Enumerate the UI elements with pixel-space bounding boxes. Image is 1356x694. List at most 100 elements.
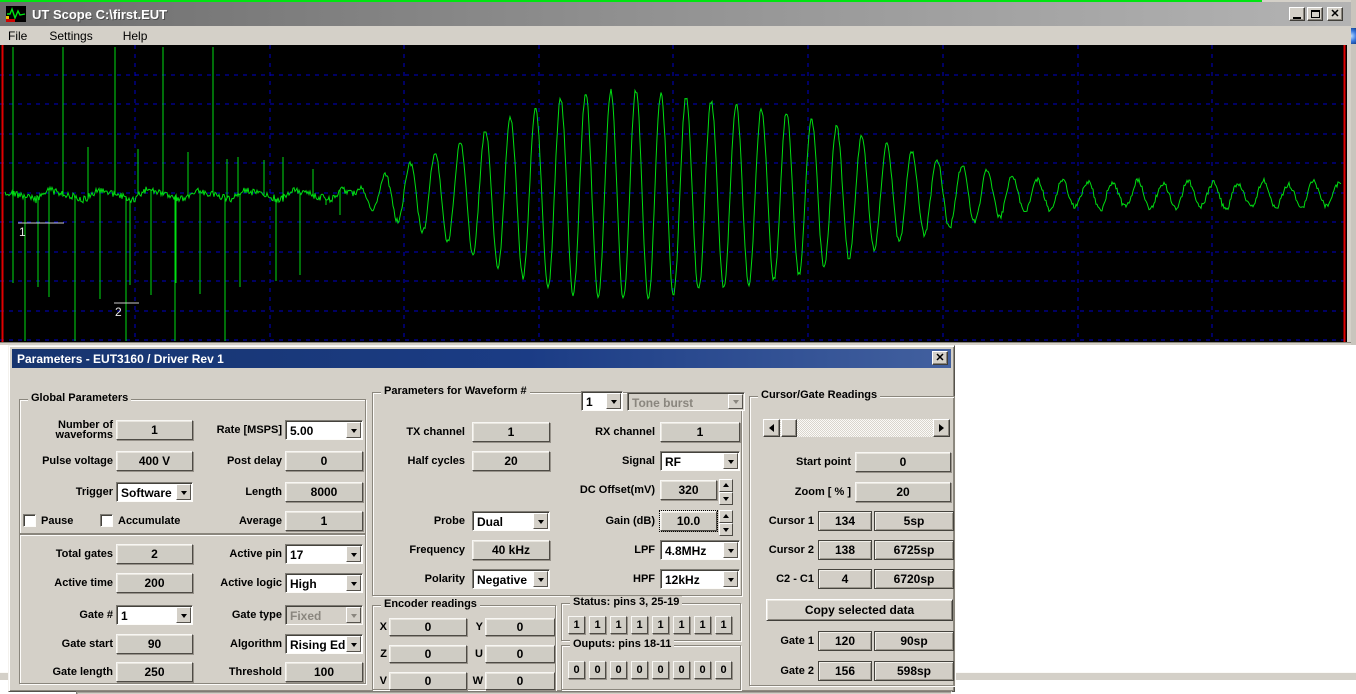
lpf-value: 4.8MHz — [661, 541, 722, 559]
gate-2-index: 156 — [818, 661, 872, 681]
scope-titlebar[interactable]: UT Scope C:\first.EUT ✕ — [0, 2, 1351, 26]
c2-c1-value: 6720sp — [874, 569, 954, 589]
cursor-1-index: 134 — [818, 511, 872, 531]
reading-row: Gate 2156598sp — [750, 661, 954, 681]
menu-help[interactable]: Help — [115, 28, 156, 44]
field-row: Zoom [ % ]20 — [750, 482, 954, 502]
cursor-1-value: 5sp — [874, 511, 954, 531]
scroll-left-button[interactable] — [763, 419, 780, 437]
gate-1-label: Gate 1 — [750, 631, 814, 651]
post-delay-label: Post delay — [123, 451, 282, 471]
menu-file[interactable]: File — [0, 28, 35, 44]
rx-channel-label: RX channel — [475, 422, 655, 442]
dialog-body: Global Parameters Number of waveforms1Ra… — [12, 368, 951, 688]
output-pin-6: 0 — [694, 661, 711, 679]
dialog-titlebar[interactable]: Parameters - EUT3160 / Driver Rev 1 ✕ — [12, 349, 951, 368]
arrow-down-icon — [723, 497, 729, 504]
start-point-value: 0 — [855, 452, 951, 472]
chevron-down-icon[interactable] — [346, 546, 361, 562]
cursor-2-value: 6725sp — [874, 540, 954, 560]
rate-msps-dropdown[interactable]: 5.00 — [285, 420, 363, 440]
gain-db-spin-up[interactable] — [719, 510, 733, 523]
active-logic-dropdown[interactable]: High — [285, 573, 363, 593]
scrollbar-thumb[interactable] — [781, 419, 797, 437]
probe-label: Probe — [373, 511, 465, 531]
gain-db-spin-down[interactable] — [719, 523, 733, 536]
parameter-row: Half cycles20SignalRF — [373, 451, 741, 471]
window-title: UT Scope C:\first.EUT — [32, 7, 167, 22]
arrow-left-icon — [765, 424, 774, 432]
chevron-down-icon — [346, 607, 361, 623]
maximize-button[interactable] — [1307, 7, 1323, 21]
signal-dropdown[interactable]: RF — [660, 451, 740, 471]
chevron-down-icon[interactable] — [346, 422, 361, 438]
number-of-waveforms-label: Number of waveforms — [20, 420, 113, 440]
gate-2-value: 598sp — [874, 661, 954, 681]
zoom-value: 20 — [855, 482, 951, 502]
algorithm-value: Rising Edge — [286, 635, 345, 653]
active-logic-value: High — [286, 574, 345, 592]
chevron-down-icon[interactable] — [723, 542, 738, 558]
chevron-down-icon[interactable] — [346, 636, 361, 652]
encoder-row: V0W0 — [373, 672, 555, 690]
minimize-button[interactable] — [1289, 7, 1305, 21]
status-pin-4: 1 — [652, 616, 669, 634]
status-pin-1: 1 — [589, 616, 606, 634]
parameter-row: Number of waveforms1Rate [MSPS]5.00 — [20, 420, 365, 440]
algorithm-label: Algorithm — [123, 634, 282, 654]
chevron-down-icon[interactable] — [606, 393, 621, 409]
hpf-value: 12kHz — [661, 570, 722, 588]
chevron-down-icon[interactable] — [723, 453, 738, 469]
hpf-dropdown[interactable]: 12kHz — [660, 569, 740, 589]
parameter-row: Pulse voltage400 VPost delay0 — [20, 451, 365, 471]
active-pin-dropdown[interactable]: 17 — [285, 544, 363, 564]
gate-length-label: Gate length — [20, 662, 113, 682]
copy-selected-data-button[interactable]: Copy selected data — [766, 599, 953, 621]
axis-w-value: 0 — [485, 672, 555, 690]
waveform-display[interactable]: 12 — [0, 45, 1347, 342]
gain-db-value: 10.0 — [660, 511, 717, 531]
close-button[interactable]: ✕ — [1327, 7, 1343, 21]
parameter-row: ProbeDualGain (dB)10.0 — [373, 511, 741, 531]
chevron-down-icon[interactable] — [723, 571, 738, 587]
waveform-scrollbar[interactable] — [763, 419, 950, 437]
output-pin-1: 0 — [589, 661, 606, 679]
background-app-icon — [1351, 28, 1356, 44]
arrow-up-icon — [723, 480, 729, 487]
arrow-up-icon — [723, 511, 729, 518]
dc-offset-mv-spin-down[interactable] — [719, 492, 733, 505]
gate-type-label: Gate type — [123, 605, 282, 625]
status-pins-group: Status: pins 3, 25-19 11111111 — [561, 603, 741, 641]
reading-row: Cursor 11345sp — [750, 511, 954, 531]
axis-x-label: X — [375, 618, 387, 636]
cursor-2-index: 138 — [818, 540, 872, 560]
dialog-close-button[interactable]: ✕ — [932, 351, 948, 365]
scroll-right-button[interactable] — [933, 419, 950, 437]
pause-checkbox[interactable] — [23, 514, 36, 527]
output-pin-3: 0 — [631, 661, 648, 679]
waveform-number-dropdown[interactable]: 1 — [581, 391, 623, 411]
accumulate-checkbox[interactable] — [100, 514, 113, 527]
outputs-pins-title: Ouputs: pins 18-11 — [570, 638, 674, 650]
gate-2-label: Gate 2 — [750, 661, 814, 681]
dc-offset-mv-value: 320 — [660, 480, 717, 500]
signal-label: Signal — [475, 451, 655, 471]
lpf-dropdown[interactable]: 4.8MHz — [660, 540, 740, 560]
gate-type-dropdown: Fixed — [285, 605, 363, 625]
axis-x-value: 0 — [389, 618, 467, 636]
dc-offset-mv-spinner — [719, 479, 733, 501]
encoder-row: Z0U0 — [373, 645, 555, 663]
dc-offset-mv-spin-up[interactable] — [719, 479, 733, 492]
total-gates-label: Total gates — [20, 544, 113, 564]
half-cycles-label: Half cycles — [373, 451, 465, 471]
encoder-readings-title: Encoder readings — [381, 598, 480, 610]
waveform-number-value: 1 — [582, 392, 605, 410]
chevron-down-icon[interactable] — [346, 575, 361, 591]
algorithm-dropdown[interactable]: Rising Edge — [285, 634, 363, 654]
waveform-type-dropdown: Tone burst — [627, 392, 745, 411]
menu-settings[interactable]: Settings — [41, 28, 100, 44]
background-window-right-strip — [1351, 0, 1356, 345]
minimize-icon — [1293, 17, 1301, 19]
encoder-readings-group: Encoder readings X0Y0Z0U0V0W0 — [372, 605, 556, 690]
rate-msps-value: 5.00 — [286, 421, 345, 439]
